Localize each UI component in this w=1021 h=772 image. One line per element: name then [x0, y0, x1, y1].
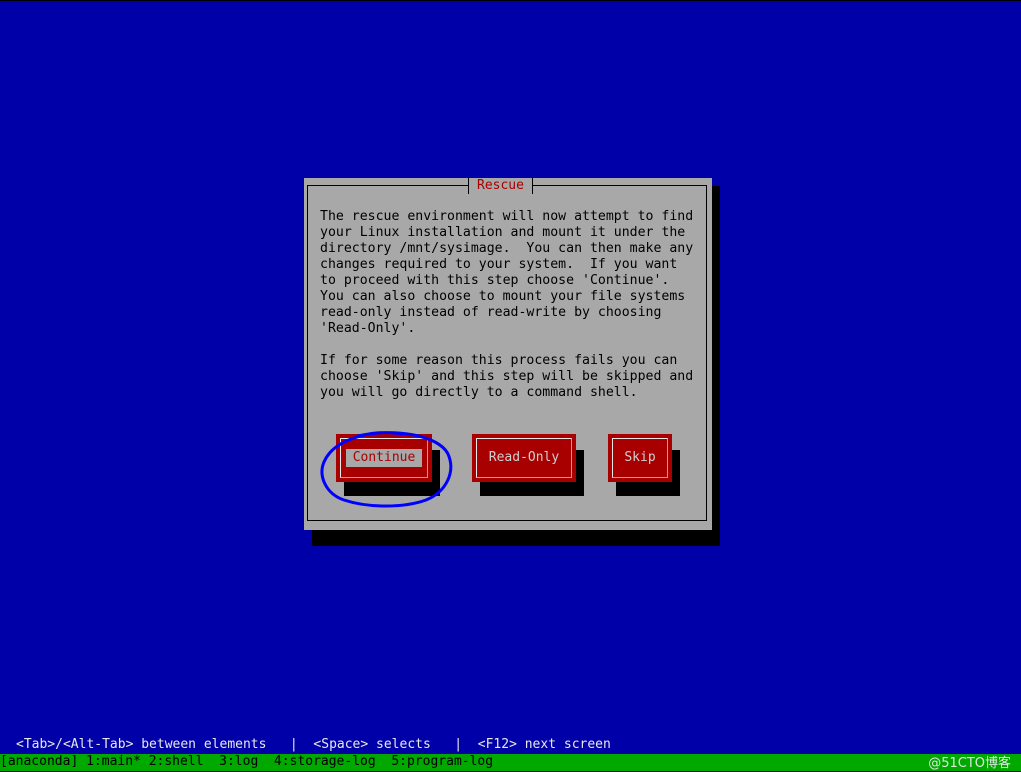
- dialog-message: The rescue environment will now attempt …: [320, 209, 694, 400]
- top-border-line: [0, 0, 1021, 1]
- watermark: @51CTO博客: [928, 756, 1011, 771]
- status-bar-windows: [anaconda] 1:main* 2:shell 3:log 4:stora…: [0, 754, 494, 769]
- keyboard-help-line: <Tab>/<Alt-Tab> between elements | <Spac…: [16, 737, 611, 752]
- continue-button-label: Continue: [346, 449, 422, 467]
- dialog-title: Rescue: [468, 178, 533, 194]
- tmux-status-bar: [anaconda] 1:main* 2:shell 3:log 4:stora…: [0, 754, 1021, 771]
- skip-button[interactable]: Skip: [608, 434, 672, 482]
- read-only-button-label: Read-Only: [488, 450, 560, 465]
- continue-button[interactable]: Continue: [336, 434, 432, 482]
- skip-button-label: Skip: [624, 450, 656, 465]
- read-only-button[interactable]: Read-Only: [472, 434, 576, 482]
